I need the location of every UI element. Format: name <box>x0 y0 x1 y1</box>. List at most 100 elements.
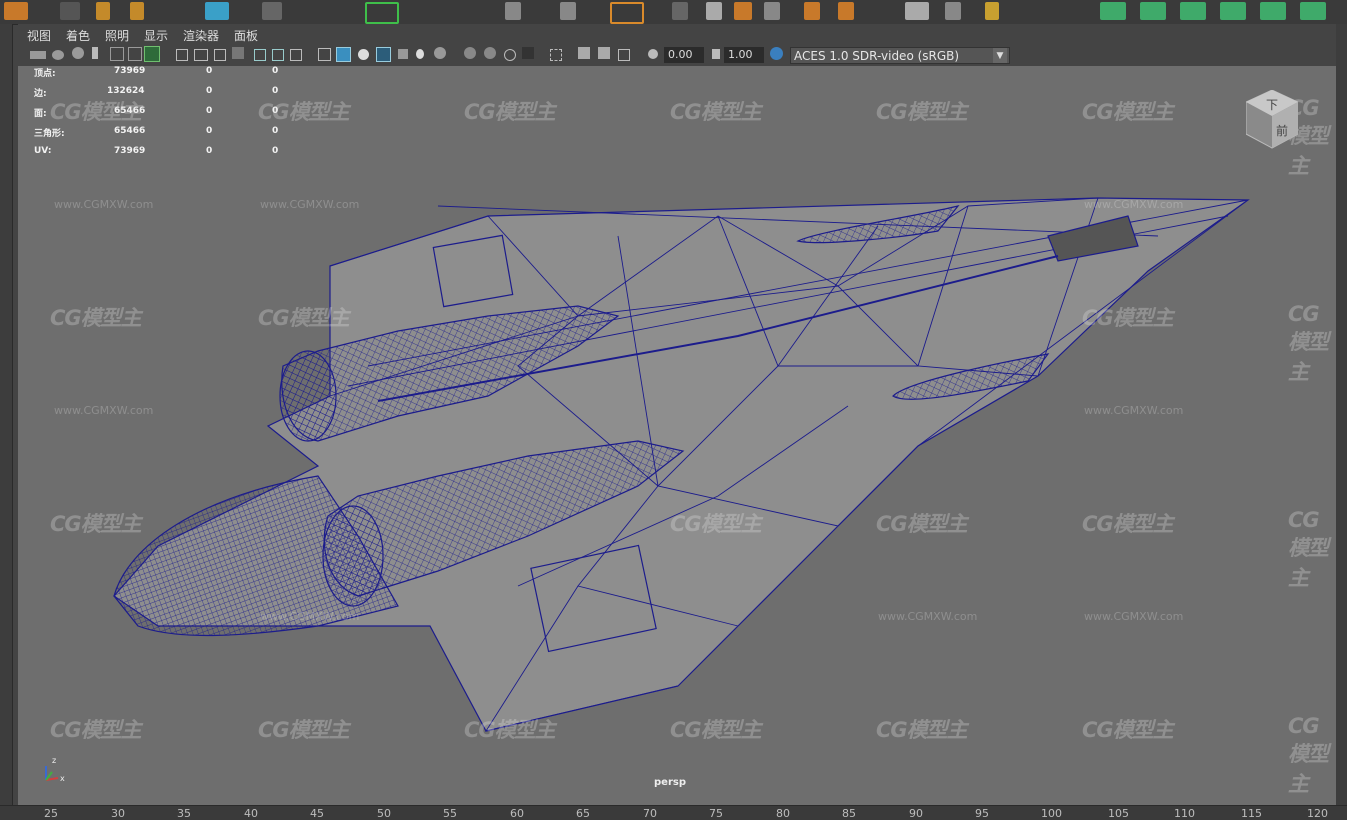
xray-icon[interactable] <box>578 47 590 59</box>
watermark-url: www.CGMXW.com <box>878 610 978 623</box>
ruler-tick-label: 75 <box>709 807 723 820</box>
menu-panels[interactable]: 面板 <box>234 27 258 44</box>
shelf-tool-icon[interactable] <box>1180 2 1206 20</box>
grid-icon[interactable] <box>176 49 188 61</box>
textured-icon[interactable] <box>398 49 408 59</box>
bookmark-icon[interactable] <box>72 47 84 59</box>
shelf-tool-icon[interactable] <box>838 2 854 20</box>
shelf-tool-icon[interactable] <box>130 2 144 20</box>
left-sidebar-strip <box>0 24 13 805</box>
depth-of-field-icon[interactable] <box>522 47 534 59</box>
axis-gizmo: z x <box>40 756 70 786</box>
stat-value: 0 <box>272 126 279 136</box>
shelf-tool-icon[interactable] <box>560 2 576 20</box>
watermark-url: www.CGMXW.com <box>54 404 154 417</box>
screen-space-ao-icon[interactable] <box>464 47 476 59</box>
watermark-logo: CG模型主 <box>50 100 142 124</box>
gamma-field[interactable]: 1.00 <box>724 47 764 63</box>
shelf-tool-icon[interactable] <box>764 2 780 20</box>
shelf-tool-icon[interactable] <box>945 2 961 20</box>
menu-shading[interactable]: 着色 <box>66 27 90 44</box>
panel-menu-bar: 视图 着色 照明 显示 渲染器 面板 <box>18 24 1336 44</box>
shelf-tool-icon[interactable] <box>505 2 521 20</box>
menu-lighting[interactable]: 照明 <box>105 27 129 44</box>
watermark-url: www.CGMXW.com <box>1084 404 1184 417</box>
shelf-tool-icon[interactable] <box>262 2 282 20</box>
shelf-tool-icon[interactable] <box>985 2 999 20</box>
wireframe-on-shaded-icon[interactable] <box>376 47 391 62</box>
shelf-bar <box>0 0 1347 25</box>
ruler-tick-label: 60 <box>510 807 524 820</box>
stat-value: 0 <box>206 106 213 116</box>
watermark-logo: CG模型主 <box>1082 718 1174 742</box>
watermark-logo: CG模型主 <box>876 512 968 536</box>
shelf-tool-icon[interactable] <box>1300 2 1326 20</box>
default-material-icon[interactable] <box>358 49 369 60</box>
camera-label: persp <box>654 777 686 788</box>
grease-pencil-icon[interactable] <box>110 47 124 61</box>
ruler-tick-label: 35 <box>177 807 191 820</box>
shelf-tool-icon[interactable] <box>1220 2 1246 20</box>
chevron-down-icon: ▼ <box>993 48 1007 63</box>
shelf-tool-icon[interactable] <box>365 2 399 24</box>
watermark-logo: CG模型主 <box>1082 512 1174 536</box>
watermark-logo: CG模型主 <box>1288 508 1329 590</box>
menu-renderer[interactable]: 渲染器 <box>183 27 219 44</box>
use-all-lights-icon[interactable] <box>416 49 424 59</box>
safe-title-icon[interactable] <box>290 49 302 61</box>
pencil-active-icon[interactable] <box>144 46 160 62</box>
shelf-tool-icon[interactable] <box>4 2 28 20</box>
image-plane-icon[interactable] <box>92 47 98 59</box>
wireframe-cube-icon[interactable] <box>318 48 331 61</box>
shelf-tool-icon[interactable] <box>1260 2 1286 20</box>
shelf-tool-icon[interactable] <box>96 2 110 20</box>
xray-components-icon[interactable] <box>618 49 630 61</box>
xray-joints-icon[interactable] <box>598 47 610 59</box>
safe-action-icon[interactable] <box>272 49 284 61</box>
film-gate-icon[interactable] <box>194 49 208 61</box>
stat-value: 0 <box>206 126 213 136</box>
color-space-dropdown[interactable]: ACES 1.0 SDR-video (sRGB) ▼ <box>790 47 1010 64</box>
stat-value: 0 <box>272 146 279 156</box>
multisample-aa-icon[interactable] <box>504 49 516 61</box>
shelf-tool-icon[interactable] <box>804 2 820 20</box>
ruler-tick-label: 45 <box>310 807 324 820</box>
gate-mask-icon[interactable] <box>232 47 244 59</box>
time-slider-ruler[interactable]: 25 30 35 40 45 50 55 60 65 70 75 80 85 9… <box>0 805 1347 820</box>
3d-viewport[interactable]: 顶点: 73969 0 0 边: 132624 0 0 面: 65466 0 0… <box>18 66 1336 805</box>
stat-label: 顶点: <box>34 69 56 79</box>
shelf-tool-icon[interactable] <box>1140 2 1166 20</box>
shelf-tool-icon[interactable] <box>610 2 644 24</box>
shelf-tool-icon[interactable] <box>905 2 929 20</box>
view-cube[interactable]: 下 前 <box>1245 89 1299 150</box>
ruler-tick-label: 65 <box>576 807 590 820</box>
shelf-tool-icon[interactable] <box>734 2 752 20</box>
shelf-tool-icon[interactable] <box>706 2 722 20</box>
stat-value: 0 <box>206 86 213 96</box>
shadows-icon[interactable] <box>434 47 446 59</box>
menu-show[interactable]: 显示 <box>144 27 168 44</box>
shelf-tool-icon[interactable] <box>60 2 80 20</box>
camera-icon[interactable] <box>30 51 46 59</box>
isolate-select-icon[interactable] <box>550 49 562 61</box>
camera-attributes-icon[interactable] <box>52 50 64 60</box>
view-cube-label: 下 <box>1266 98 1279 112</box>
exposure-field[interactable]: 0.00 <box>664 47 704 63</box>
shelf-tool-icon[interactable] <box>672 2 688 20</box>
resolution-gate-icon[interactable] <box>214 49 226 61</box>
watermark-url: www.CGMXW.com <box>1084 198 1184 211</box>
watermark-url: www.CGMXW.com <box>260 610 360 623</box>
smooth-shade-cube-icon[interactable] <box>336 47 351 62</box>
motion-blur-icon[interactable] <box>484 47 496 59</box>
axis-label-x: x <box>60 774 65 783</box>
menu-view[interactable]: 视图 <box>27 27 51 44</box>
field-chart-icon[interactable] <box>254 49 266 61</box>
pan-zoom-icon[interactable] <box>128 47 142 61</box>
gamma-icon[interactable] <box>712 49 720 59</box>
exposure-icon[interactable] <box>648 49 658 59</box>
shelf-tool-icon[interactable] <box>205 2 229 20</box>
color-management-icon[interactable] <box>770 47 783 60</box>
shelf-tool-icon[interactable] <box>1100 2 1126 20</box>
ruler-tick-label: 120 <box>1307 807 1328 820</box>
watermark-logo: CG模型主 <box>258 100 350 124</box>
